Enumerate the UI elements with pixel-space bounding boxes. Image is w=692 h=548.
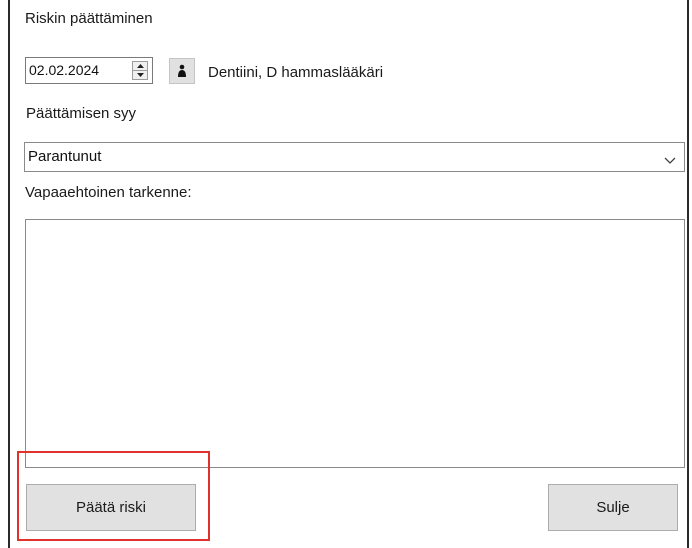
dialog-title: Riskin päättäminen bbox=[25, 10, 153, 27]
close-risk-button[interactable]: Päätä riski bbox=[26, 484, 196, 531]
close-button[interactable]: Sulje bbox=[548, 484, 678, 531]
select-person-button[interactable] bbox=[169, 58, 195, 84]
date-value[interactable]: 02.02.2024 bbox=[29, 62, 99, 78]
reason-selected-value[interactable]: Parantunut bbox=[28, 148, 101, 165]
author-name: Dentiini, D hammaslääkäri bbox=[208, 64, 384, 81]
reason-label: Päättämisen syy bbox=[26, 105, 137, 122]
date-picker[interactable]: 02.02.2024 bbox=[25, 57, 153, 84]
date-spinner[interactable] bbox=[132, 61, 148, 80]
triangle-up-icon bbox=[136, 64, 144, 68]
risk-closing-dialog: Riskin päättäminen 02.02.2024 Dentiini, … bbox=[8, 0, 689, 548]
spin-down-button[interactable] bbox=[133, 71, 147, 79]
person-icon bbox=[178, 64, 186, 77]
spin-up-button[interactable] bbox=[133, 62, 147, 71]
note-label: Vapaaehtoinen tarkenne: bbox=[25, 184, 192, 201]
chevron-down-icon[interactable] bbox=[664, 152, 676, 170]
triangle-down-icon bbox=[136, 73, 144, 77]
reason-select[interactable]: Parantunut bbox=[24, 142, 685, 172]
note-textarea[interactable] bbox=[25, 219, 685, 468]
